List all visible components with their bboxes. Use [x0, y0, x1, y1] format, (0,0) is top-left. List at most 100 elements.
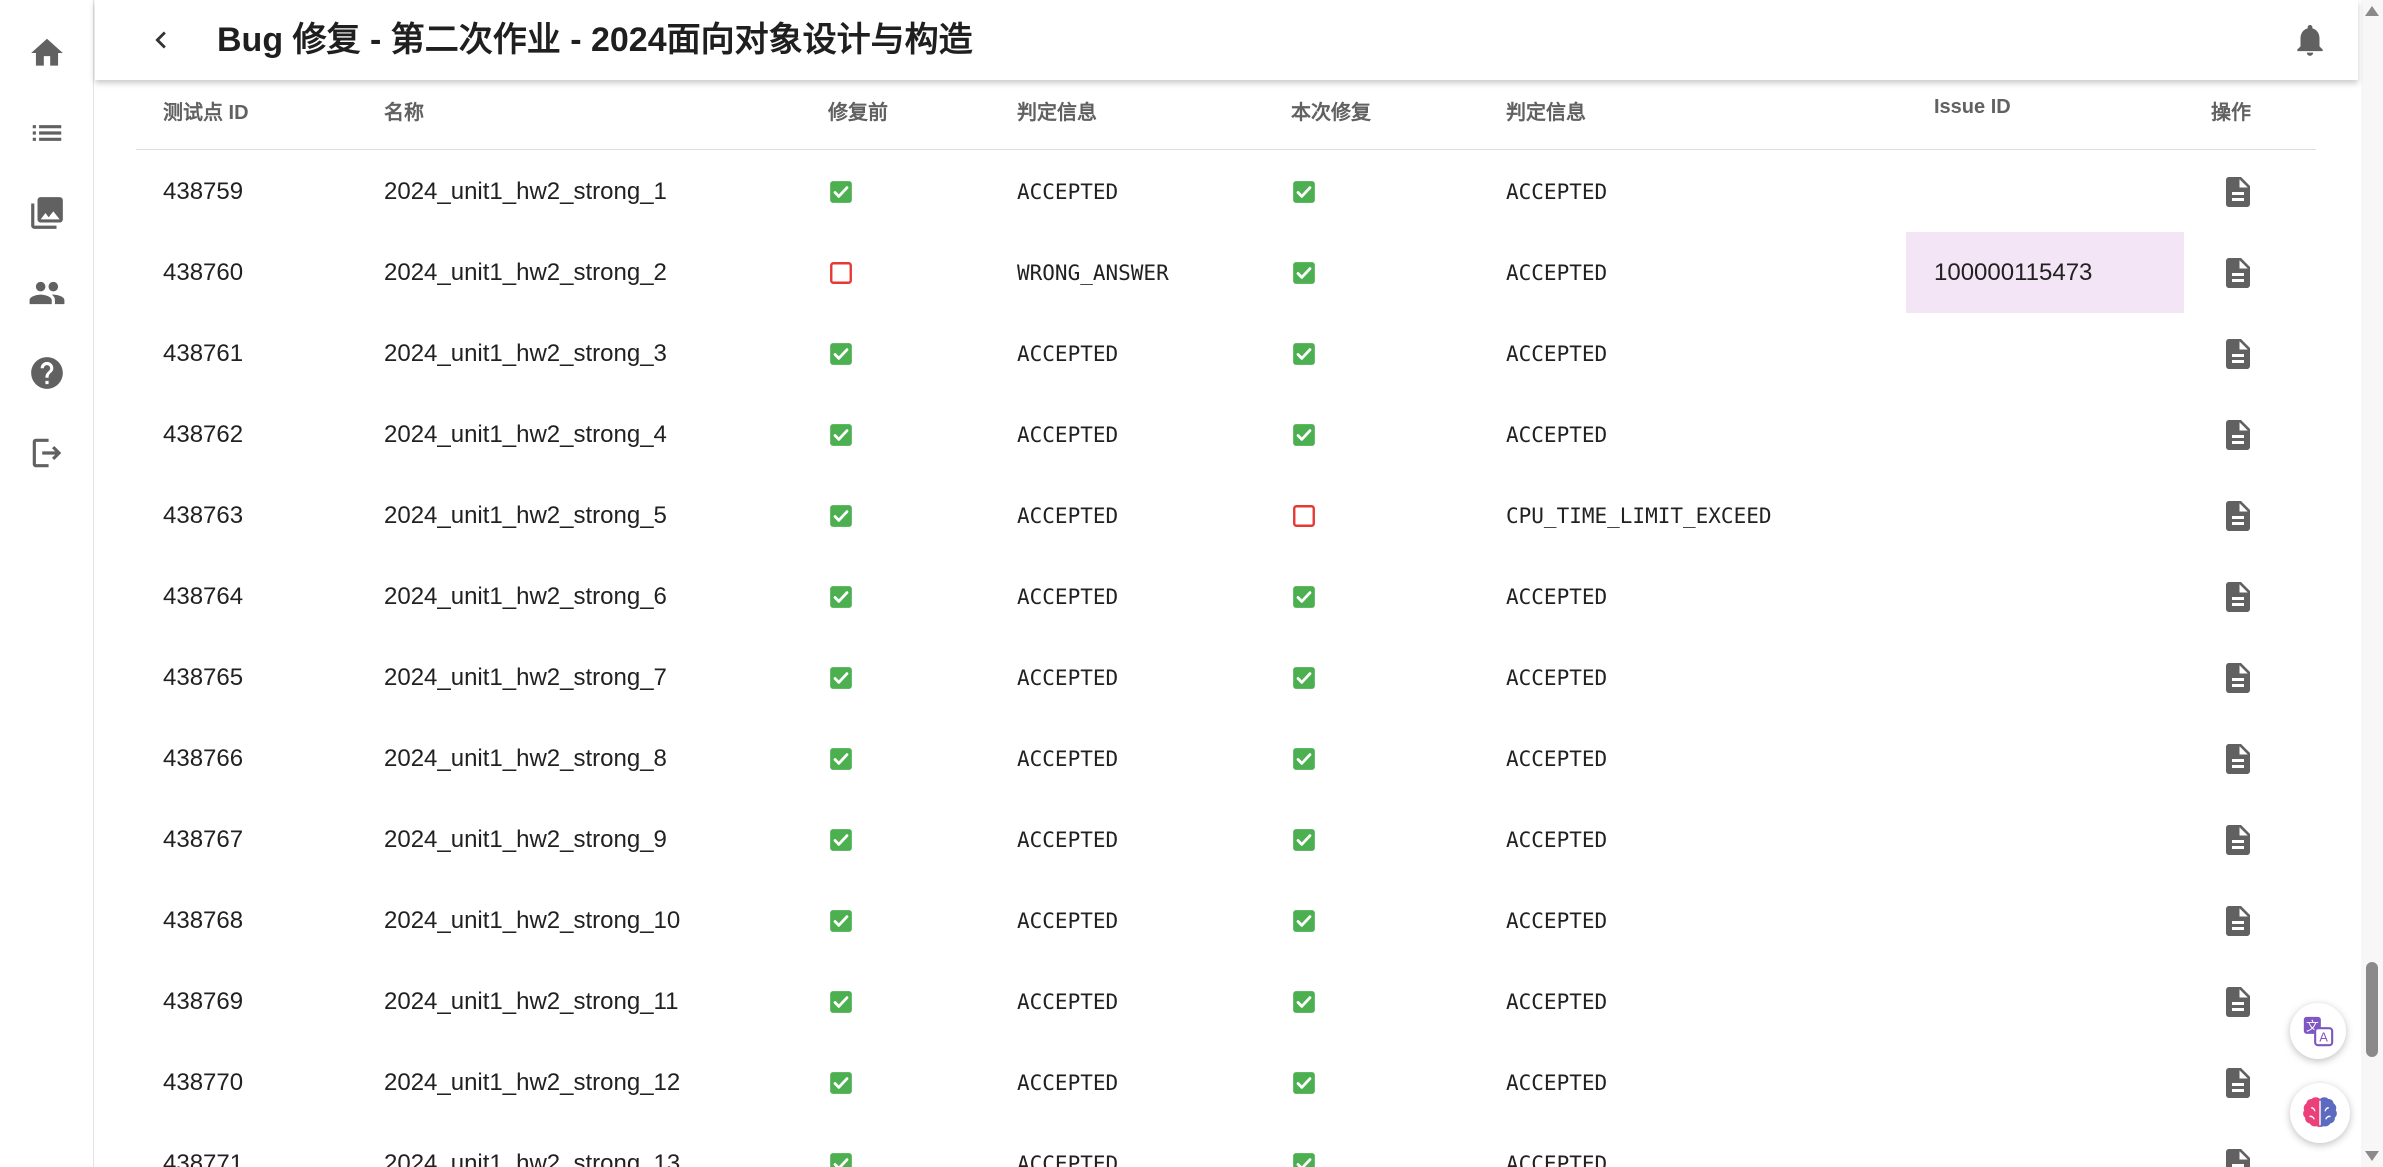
table-row: 438767 2024_unit1_hw2_strong_9 ACCEPTED ACC… [136, 799, 2316, 880]
view-detail-button[interactable] [2198, 313, 2278, 394]
view-detail-button[interactable] [2198, 961, 2278, 1042]
issue-id-cell [1906, 556, 2184, 637]
testcase-name: 2024_unit1_hw2_strong_11 [384, 987, 679, 1015]
testcase-id: 438764 [163, 582, 244, 610]
before-status-checkbox [828, 799, 854, 880]
checkbox-checked-icon [1293, 585, 1315, 608]
document-icon [2226, 824, 2250, 855]
view-detail-button[interactable] [2198, 556, 2278, 637]
testcase-id: 438760 [163, 258, 244, 286]
view-detail-button[interactable] [2198, 394, 2278, 475]
testcase-name: 2024_unit1_hw2_strong_13 [384, 1149, 681, 1167]
testcase-id: 438771 [163, 1149, 244, 1167]
column-header-actions: 操作 [2211, 102, 2251, 124]
translate-extension-button[interactable]: 文 A [2290, 1003, 2346, 1059]
view-detail-button[interactable] [2198, 718, 2278, 799]
page-title: Bug 修复 - 第二次作业 - 2024面向对象设计与构造 [217, 21, 973, 59]
table-row: 438761 2024_unit1_hw2_strong_3 ACCEPTED ACC… [136, 313, 2316, 394]
testcase-id: 438769 [163, 987, 244, 1015]
column-header-before: 修复前 [828, 102, 888, 124]
notifications-button[interactable] [2288, 18, 2332, 62]
before-verdict: ACCEPTED [1017, 665, 1119, 690]
document-icon [2226, 743, 2250, 774]
testcase-id: 438762 [163, 420, 244, 448]
after-verdict: ACCEPTED [1506, 584, 1608, 609]
after-status-checkbox [1291, 394, 1317, 475]
view-detail-button[interactable] [2198, 1123, 2278, 1167]
view-detail-button[interactable] [2198, 799, 2278, 880]
document-icon [2226, 905, 2250, 936]
testcase-name: 2024_unit1_hw2_strong_8 [384, 744, 667, 772]
table-row: 438765 2024_unit1_hw2_strong_7 ACCEPTED ACC… [136, 637, 2316, 718]
table-row: 438766 2024_unit1_hw2_strong_8 ACCEPTED ACC… [136, 718, 2316, 799]
view-detail-button[interactable] [2198, 475, 2278, 556]
issue-id-cell [1906, 151, 2184, 232]
column-header-before-verdict: 判定信息 [1017, 102, 1097, 124]
checkbox-checked-icon [1293, 990, 1315, 1013]
document-icon [2226, 986, 2250, 1017]
photo-library-icon [31, 197, 63, 229]
testcase-name: 2024_unit1_hw2_strong_12 [384, 1068, 681, 1096]
after-status-checkbox [1291, 880, 1317, 961]
table-row: 438763 2024_unit1_hw2_strong_5 ACCEPTED CPU… [136, 475, 2316, 556]
sidebar-item-gallery[interactable] [0, 173, 94, 253]
ai-assistant-button[interactable] [2290, 1083, 2350, 1143]
checkbox-checked-icon [830, 585, 852, 608]
checkbox-checked-icon [1293, 747, 1315, 770]
view-detail-button[interactable] [2198, 232, 2278, 313]
vertical-scrollbar[interactable] [2361, 0, 2383, 1167]
logout-icon [32, 438, 62, 468]
view-detail-button[interactable] [2198, 1042, 2278, 1123]
document-icon [2226, 662, 2250, 693]
after-status-checkbox [1291, 637, 1317, 718]
view-detail-button[interactable] [2198, 151, 2278, 232]
before-status-checkbox [828, 718, 854, 799]
before-status-checkbox [828, 637, 854, 718]
before-status-checkbox [828, 961, 854, 1042]
testcase-name: 2024_unit1_hw2_strong_2 [384, 258, 667, 286]
after-status-checkbox [1291, 556, 1317, 637]
scroll-up-arrow[interactable] [2365, 6, 2379, 16]
checkbox-checked-icon [1293, 342, 1315, 365]
testcase-id: 438761 [163, 339, 244, 367]
before-verdict: ACCEPTED [1017, 422, 1119, 447]
before-status-checkbox [828, 1123, 854, 1167]
table-row: 438764 2024_unit1_hw2_strong_6 ACCEPTED ACC… [136, 556, 2316, 637]
after-verdict: ACCEPTED [1506, 422, 1608, 447]
column-header-testcase-id: 测试点 ID [163, 102, 249, 124]
sidebar-item-home[interactable] [0, 13, 94, 93]
before-status-checkbox [828, 475, 854, 556]
issue-id-cell[interactable]: 100000115473 [1906, 232, 2184, 313]
sidebar-item-logout[interactable] [0, 413, 94, 493]
sidebar-item-help[interactable] [0, 333, 94, 413]
after-verdict: ACCEPTED [1506, 1151, 1608, 1167]
testcase-name: 2024_unit1_hw2_strong_6 [384, 582, 667, 610]
table-row: 438762 2024_unit1_hw2_strong_4 ACCEPTED ACC… [136, 394, 2316, 475]
testcase-name: 2024_unit1_hw2_strong_4 [384, 420, 667, 448]
back-button[interactable] [139, 18, 183, 62]
view-detail-button[interactable] [2198, 880, 2278, 961]
before-status-checkbox [828, 232, 854, 313]
scroll-down-arrow[interactable] [2365, 1151, 2379, 1161]
chevron-left-icon [155, 31, 166, 49]
testcase-id: 438766 [163, 744, 244, 772]
help-icon [31, 357, 63, 389]
after-verdict: ACCEPTED [1506, 989, 1608, 1014]
testcase-id: 438763 [163, 501, 244, 529]
before-status-checkbox [828, 880, 854, 961]
testcase-id: 438770 [163, 1068, 244, 1096]
sidebar-item-people[interactable] [0, 253, 94, 333]
after-status-checkbox [1291, 1042, 1317, 1123]
view-detail-button[interactable] [2198, 637, 2278, 718]
sidebar-item-list[interactable] [0, 93, 94, 173]
issue-id-cell [1906, 475, 2184, 556]
after-status-checkbox [1291, 961, 1317, 1042]
before-status-checkbox [828, 1042, 854, 1123]
checkbox-checked-icon [830, 747, 852, 770]
testcase-id: 438768 [163, 906, 244, 934]
svg-text:A: A [2319, 1031, 2328, 1046]
table-row: 438770 2024_unit1_hw2_strong_12 ACCEPTED AC… [136, 1042, 2316, 1123]
document-icon [2226, 419, 2250, 450]
scroll-thumb[interactable] [2366, 962, 2378, 1057]
issue-id-cell [1906, 394, 2184, 475]
